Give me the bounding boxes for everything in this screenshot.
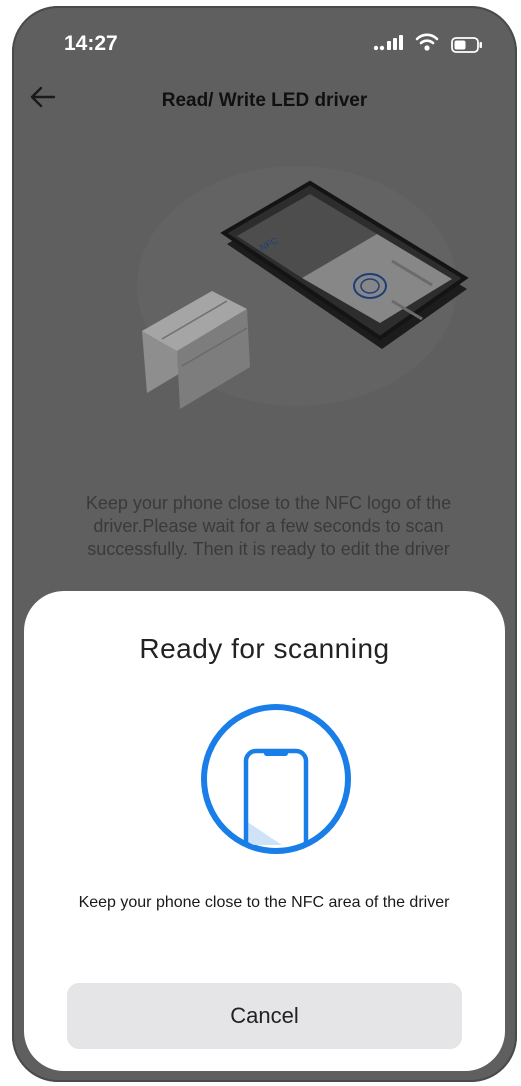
phone-scan-icon bbox=[201, 704, 351, 854]
page-title: Read/ Write LED driver bbox=[161, 90, 368, 111]
signal-icon bbox=[373, 35, 403, 51]
status-icons bbox=[373, 32, 483, 56]
phone-frame: 14:27 Read/ Write LED driver NFC Keep yo… bbox=[12, 6, 517, 1082]
sheet-message: Keep your phone close to the NFC area of… bbox=[78, 894, 450, 911]
nfc-driver-illustration: NFC bbox=[137, 166, 469, 409]
instructions-text: Keep your phone close to the NFC logo of… bbox=[85, 493, 452, 559]
cancel-button[interactable]: Cancel bbox=[67, 983, 462, 1049]
battery-icon bbox=[451, 37, 482, 53]
nfc-scan-sheet: Ready for scanning Keep your phone close… bbox=[24, 591, 505, 1071]
status-time: 14:27 bbox=[64, 32, 118, 55]
wifi-icon bbox=[415, 33, 439, 51]
app-header: Read/ Write LED driver bbox=[12, 76, 517, 126]
status-bar: 14:27 bbox=[12, 6, 517, 76]
sheet-title: Ready for scanning bbox=[139, 633, 390, 664]
